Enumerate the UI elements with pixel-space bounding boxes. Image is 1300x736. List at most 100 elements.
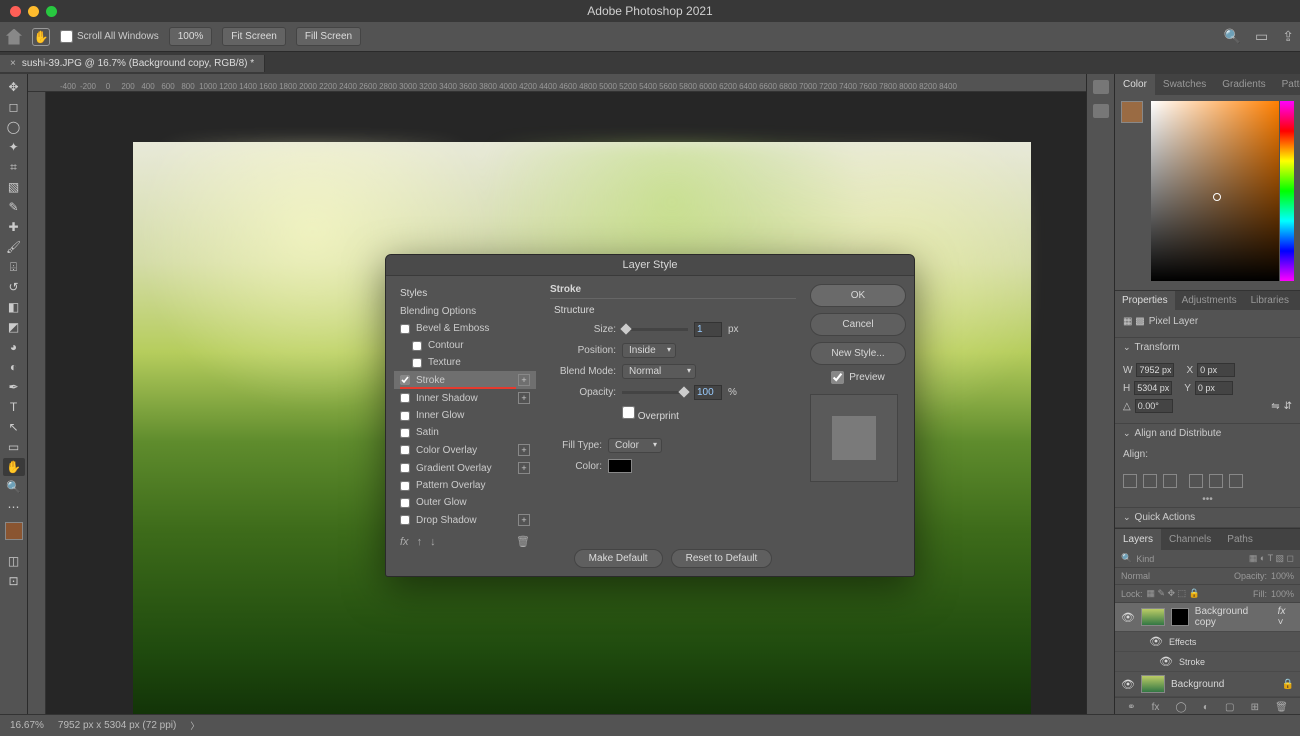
lasso-tool-icon[interactable]: ◯ xyxy=(3,118,25,136)
add-effect-icon[interactable]: + xyxy=(518,374,530,386)
style-item-outer-glow[interactable]: Outer Glow xyxy=(394,494,536,511)
layer-mask-thumbnail[interactable] xyxy=(1171,608,1189,626)
effect-checkbox[interactable] xyxy=(400,375,410,385)
flip-v-icon[interactable]: ⇵ xyxy=(1284,401,1292,412)
blend-mode-select[interactable]: Normal xyxy=(622,364,696,379)
foreground-color-swatch[interactable] xyxy=(5,522,23,540)
close-tab-icon[interactable]: × xyxy=(10,58,16,69)
eyedropper-tool-icon[interactable]: ✎ xyxy=(3,198,25,216)
tab-channels[interactable]: Channels xyxy=(1161,529,1219,550)
fg-swatch[interactable] xyxy=(1121,101,1143,123)
fill-type-select[interactable]: Color xyxy=(608,438,662,453)
shape-tool-icon[interactable]: ▭ xyxy=(3,438,25,456)
add-effect-icon[interactable]: + xyxy=(518,444,530,456)
frame-tool-icon[interactable]: ▧ xyxy=(3,178,25,196)
overprint-checkbox[interactable]: Overprint xyxy=(622,406,679,422)
color-field[interactable] xyxy=(1151,101,1279,281)
effect-checkbox[interactable] xyxy=(400,445,410,455)
x-input[interactable] xyxy=(1197,363,1235,377)
fx-badge[interactable]: fx ˅ xyxy=(1278,606,1294,628)
style-item-color-overlay[interactable]: Color Overlay+ xyxy=(394,441,536,459)
style-item-inner-glow[interactable]: Inner Glow xyxy=(394,407,536,424)
opacity-slider[interactable] xyxy=(622,391,688,394)
width-input[interactable] xyxy=(1136,363,1174,377)
style-item-pattern-overlay[interactable]: Pattern Overlay xyxy=(394,477,536,494)
marquee-tool-icon[interactable]: ◻ xyxy=(3,98,25,116)
fill-screen-button[interactable]: Fill Screen xyxy=(296,27,361,46)
layer-row[interactable]: 👁 Background 🔒 xyxy=(1115,672,1300,697)
layer-thumbnail[interactable] xyxy=(1141,608,1165,626)
stroke-effect-row[interactable]: 👁Stroke xyxy=(1115,652,1300,672)
effect-checkbox[interactable] xyxy=(400,428,410,438)
heal-tool-icon[interactable]: ✚ xyxy=(3,218,25,236)
effect-checkbox[interactable] xyxy=(400,324,410,334)
fill-value[interactable]: 100% xyxy=(1271,589,1294,599)
effect-checkbox[interactable] xyxy=(412,341,422,351)
angle-input[interactable] xyxy=(1135,399,1173,413)
align-hcenter-icon[interactable] xyxy=(1143,474,1157,488)
blur-tool-icon[interactable]: ◕ xyxy=(3,338,25,356)
hand-tool-icon[interactable]: ✋ xyxy=(32,28,50,46)
adjustment-icon[interactable]: ◐ xyxy=(1203,702,1209,713)
style-item-stroke[interactable]: Stroke+ xyxy=(394,371,536,389)
tab-layers[interactable]: Layers xyxy=(1115,529,1161,550)
ok-button[interactable]: OK xyxy=(810,284,906,307)
opacity-input[interactable] xyxy=(694,385,722,400)
effect-checkbox[interactable] xyxy=(400,515,410,525)
layer-name[interactable]: Background copy xyxy=(1195,606,1272,628)
zoom-100-button[interactable]: 100% xyxy=(169,27,213,46)
hand-tool-icon[interactable]: ✋ xyxy=(3,458,25,476)
crop-tool-icon[interactable]: ⌗ xyxy=(3,158,25,176)
home-icon[interactable] xyxy=(6,29,22,45)
effect-checkbox[interactable] xyxy=(400,498,410,508)
hue-slider[interactable] xyxy=(1280,101,1294,281)
position-select[interactable]: Inside xyxy=(622,343,676,358)
tab-gradients[interactable]: Gradients xyxy=(1214,74,1273,95)
fit-screen-button[interactable]: Fit Screen xyxy=(222,27,286,46)
tab-paths[interactable]: Paths xyxy=(1219,529,1261,550)
wand-tool-icon[interactable]: ✦ xyxy=(3,138,25,156)
path-tool-icon[interactable]: ↖ xyxy=(3,418,25,436)
blending-options-item[interactable]: Blending Options xyxy=(394,303,536,320)
edit-toolbar-icon[interactable]: ⋯ xyxy=(3,498,25,516)
tab-swatches[interactable]: Swatches xyxy=(1155,74,1214,95)
filter-kind[interactable]: Kind xyxy=(1136,554,1154,564)
more-icon[interactable]: ••• xyxy=(1115,492,1300,507)
eraser-tool-icon[interactable]: ◧ xyxy=(3,298,25,316)
effect-checkbox[interactable] xyxy=(400,481,410,491)
brush-tool-icon[interactable]: 🖌 xyxy=(3,238,25,256)
add-effect-icon[interactable]: + xyxy=(518,514,530,526)
tab-color[interactable]: Color xyxy=(1115,74,1155,95)
style-item-bevel-emboss[interactable]: Bevel & Emboss xyxy=(394,320,536,337)
gradient-tool-icon[interactable]: ◩ xyxy=(3,318,25,336)
preview-checkbox[interactable] xyxy=(831,371,844,384)
styles-heading[interactable]: Styles xyxy=(394,284,536,303)
blend-mode-select[interactable]: Normal xyxy=(1121,571,1150,581)
tab-patterns[interactable]: Patterns xyxy=(1274,74,1300,95)
mask-icon[interactable]: ◯ xyxy=(1176,702,1187,713)
opacity-value[interactable]: 100% xyxy=(1271,571,1294,581)
doc-info[interactable]: 7952 px x 5304 px (72 ppi) xyxy=(58,720,176,731)
zoom-tool-icon[interactable]: 🔍 xyxy=(3,478,25,496)
layer-row[interactable]: 👁 Background copy fx ˅ xyxy=(1115,603,1300,632)
style-item-texture[interactable]: Texture xyxy=(394,354,536,371)
align-bottom-icon[interactable] xyxy=(1229,474,1243,488)
workspace-icon[interactable]: ▭ xyxy=(1255,28,1268,45)
align-section[interactable]: ⌄Align and Distribute xyxy=(1115,423,1300,443)
tab-properties[interactable]: Properties xyxy=(1115,291,1175,310)
fx-icon[interactable]: fx xyxy=(1152,702,1160,713)
effect-checkbox[interactable] xyxy=(400,463,410,473)
add-effect-icon[interactable]: + xyxy=(518,462,530,474)
style-item-gradient-overlay[interactable]: Gradient Overlay+ xyxy=(394,459,536,477)
layer-thumbnail[interactable] xyxy=(1141,675,1165,693)
panel-icon[interactable] xyxy=(1093,80,1109,94)
share-icon[interactable]: ⇪ xyxy=(1282,28,1294,45)
new-layer-icon[interactable]: ⊞ xyxy=(1251,702,1259,713)
style-item-contour[interactable]: Contour xyxy=(394,337,536,354)
document-tab[interactable]: × sushi-39.JPG @ 16.7% (Background copy,… xyxy=(0,55,265,72)
fx-menu-icon[interactable]: fx xyxy=(400,536,409,548)
move-tool-icon[interactable]: ✥ xyxy=(3,78,25,96)
pen-tool-icon[interactable]: ✒ xyxy=(3,378,25,396)
tab-adjustments[interactable]: Adjustments xyxy=(1175,291,1244,310)
make-default-button[interactable]: Make Default xyxy=(574,549,663,568)
